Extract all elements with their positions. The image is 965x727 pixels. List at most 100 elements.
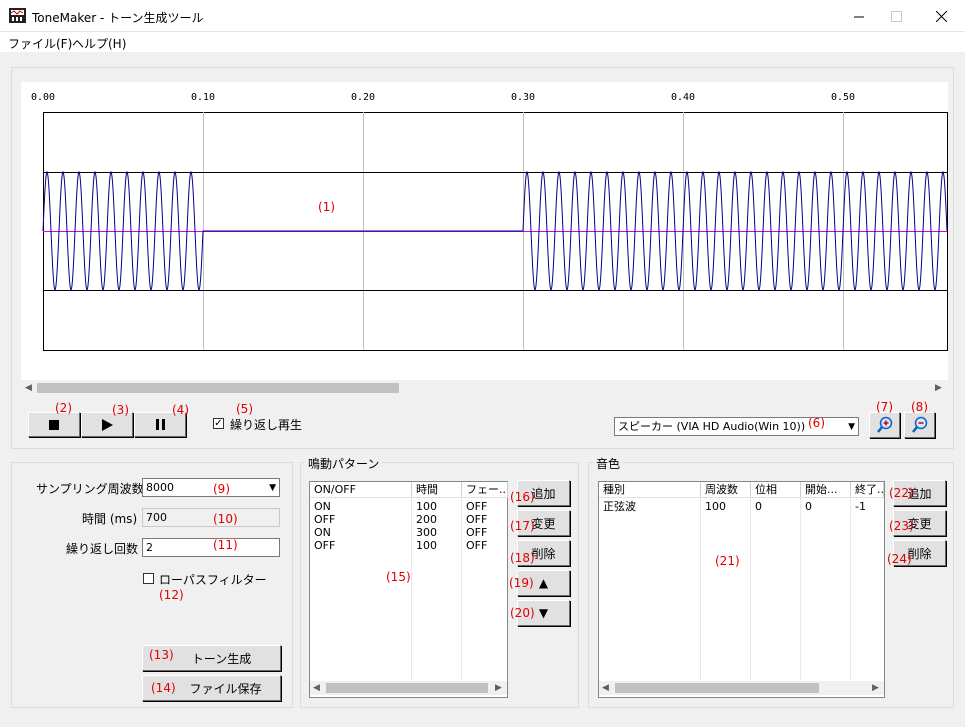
sampling-select[interactable]: 8000 ▼ xyxy=(142,478,280,497)
tone-grid-lines xyxy=(700,498,851,680)
tone-cell: 0 xyxy=(805,500,812,513)
list-item[interactable]: 正弦波 100 0 0 -1 xyxy=(599,500,884,513)
repeat-count-input[interactable]: 2 xyxy=(142,538,280,557)
stop-button[interactable] xyxy=(28,412,80,437)
list-item[interactable]: OFF 200 OFF xyxy=(310,513,508,526)
pattern-cell: OFF xyxy=(466,513,488,526)
zoom-in-button[interactable] xyxy=(869,412,900,438)
tone-list[interactable]: 種別 周波数 位相 開始... 終了... 正弦波 100 0 0 -1 ◀ ▶ xyxy=(598,481,885,698)
tone-col-frequency[interactable]: 周波数 xyxy=(701,482,751,497)
tone-col-phase[interactable]: 位相 xyxy=(751,482,801,497)
repeat-checkbox[interactable]: ✓ xyxy=(213,418,224,429)
pattern-delete-label: 削除 xyxy=(531,546,556,561)
time-tick-label: 0.50 xyxy=(831,92,855,103)
pattern-cell: OFF xyxy=(314,513,336,526)
save-annotation: (14) xyxy=(151,681,176,695)
tone-delete-annotation: (24) xyxy=(887,552,912,566)
stop-annotation: (2) xyxy=(55,401,72,415)
pattern-cell: OFF xyxy=(466,526,488,539)
play-icon xyxy=(101,418,113,431)
pattern-col-fade[interactable]: フェー... xyxy=(462,482,508,497)
arrow-down-icon: ▼ xyxy=(538,606,549,620)
waveform-annotation: (1) xyxy=(318,200,335,214)
repeat-count-annotation: (11) xyxy=(213,538,238,552)
scroll-left-icon[interactable]: ◀ xyxy=(313,681,320,695)
checkmark-icon: ✓ xyxy=(214,418,223,429)
scroll-left-icon[interactable]: ◀ xyxy=(602,681,609,695)
pattern-cell: 300 xyxy=(416,526,437,539)
device-annotation: (6) xyxy=(808,416,825,430)
tone-col-start[interactable]: 開始... xyxy=(801,482,851,497)
pause-annotation: (4) xyxy=(172,403,189,417)
pattern-col-onoff[interactable]: ON/OFF xyxy=(310,482,412,497)
pattern-list-scrollbar[interactable]: ◀ ▶ xyxy=(310,681,507,695)
waveform-area[interactable]: 0.00 0.10 0.20 0.30 0.40 0.50 xyxy=(21,82,948,380)
repeat-count-label: 繰り返し回数 xyxy=(66,542,139,556)
pattern-col-time[interactable]: 時間 xyxy=(412,482,462,497)
arrow-up-icon: ▲ xyxy=(538,576,549,590)
zoom-out-icon xyxy=(911,416,927,433)
maximize-button[interactable] xyxy=(875,0,917,32)
pattern-cell: 100 xyxy=(416,539,437,552)
menu-help[interactable]: ヘルプ(H) xyxy=(72,35,126,52)
pattern-cell: OFF xyxy=(466,539,488,552)
tone-col-type[interactable]: 種別 xyxy=(599,482,701,497)
scroll-thumb[interactable] xyxy=(326,683,488,693)
pattern-cell: OFF xyxy=(314,539,336,552)
pattern-group-label: 鳴動パターン xyxy=(305,455,383,472)
pattern-cell: OFF xyxy=(466,500,488,513)
sampling-annotation: (9) xyxy=(213,482,230,496)
minimize-button[interactable] xyxy=(838,0,880,32)
close-button[interactable] xyxy=(920,0,962,32)
pattern-cell: 100 xyxy=(416,500,437,513)
tone-cell: -1 xyxy=(855,500,866,513)
menu-bar: ファイル(F) ヘルプ(H) xyxy=(0,32,965,52)
tone-cell: 100 xyxy=(705,500,726,513)
scroll-right-icon[interactable]: ▶ xyxy=(495,681,502,695)
time-annotation: (10) xyxy=(213,512,238,526)
tone-cell: 正弦波 xyxy=(603,500,636,513)
sampling-select-value: 8000 xyxy=(146,481,174,494)
tone-group-label: 音色 xyxy=(593,455,624,472)
tone-list-header: 種別 周波数 位相 開始... 終了... xyxy=(599,482,884,498)
generate-button-label: トーン生成 xyxy=(191,651,252,666)
pause-icon xyxy=(155,419,165,430)
pattern-cell: ON xyxy=(314,500,331,513)
time-value: 700 xyxy=(146,511,167,524)
waveform-scrollbar[interactable]: ◀ ▶ xyxy=(21,381,948,395)
lowpass-annotation: (12) xyxy=(159,588,184,602)
list-item[interactable]: ON 300 OFF xyxy=(310,526,508,539)
list-item[interactable]: ON 100 OFF xyxy=(310,500,508,513)
time-tick-label: 0.20 xyxy=(351,92,375,103)
repeat-annotation: (5) xyxy=(236,402,253,416)
pattern-edit-label: 変更 xyxy=(531,516,556,531)
pattern-list-annotation: (15) xyxy=(386,570,411,584)
menu-file[interactable]: ファイル(F) xyxy=(8,35,72,52)
scroll-thumb[interactable] xyxy=(615,683,819,693)
time-tick-label: 0.00 xyxy=(31,92,55,103)
tone-list-scrollbar[interactable]: ◀ ▶ xyxy=(599,681,884,695)
scroll-right-icon[interactable]: ▶ xyxy=(872,681,879,695)
tone-add-annotation: (22) xyxy=(889,486,914,500)
pattern-add-label: 追加 xyxy=(531,486,556,501)
lowpass-checkbox[interactable] xyxy=(143,573,154,584)
scroll-thumb[interactable] xyxy=(37,383,399,393)
list-item[interactable]: OFF 100 OFF xyxy=(310,539,508,552)
pattern-down-annotation: (20) xyxy=(510,606,535,620)
pattern-list[interactable]: ON/OFF 時間 フェー... ON 100 OFF OFF 200 OFF … xyxy=(309,481,508,698)
window-title: ToneMaker - トーン生成ツール xyxy=(32,11,204,25)
waveform-graph: 0.00 0.10 0.20 0.30 0.40 0.50 xyxy=(31,92,948,351)
time-tick-label: 0.10 xyxy=(191,92,215,103)
repeat-count-value: 2 xyxy=(146,541,153,554)
sampling-label: サンプリング周波数 xyxy=(36,482,144,496)
app-icon xyxy=(9,8,26,23)
time-label: 時間 (ms) xyxy=(82,512,138,526)
pattern-add-annotation: (16) xyxy=(510,490,535,504)
scroll-left-icon[interactable]: ◀ xyxy=(25,381,32,395)
scroll-right-icon[interactable]: ▶ xyxy=(935,381,942,395)
zoom-out-button[interactable] xyxy=(904,412,935,438)
repeat-label: 繰り返し再生 xyxy=(230,418,303,432)
pattern-delete-annotation: (18) xyxy=(510,551,535,565)
device-select-value: スピーカー (VIA HD Audio(Win 10)) xyxy=(618,420,806,433)
tone-col-end[interactable]: 終了... xyxy=(851,482,884,497)
